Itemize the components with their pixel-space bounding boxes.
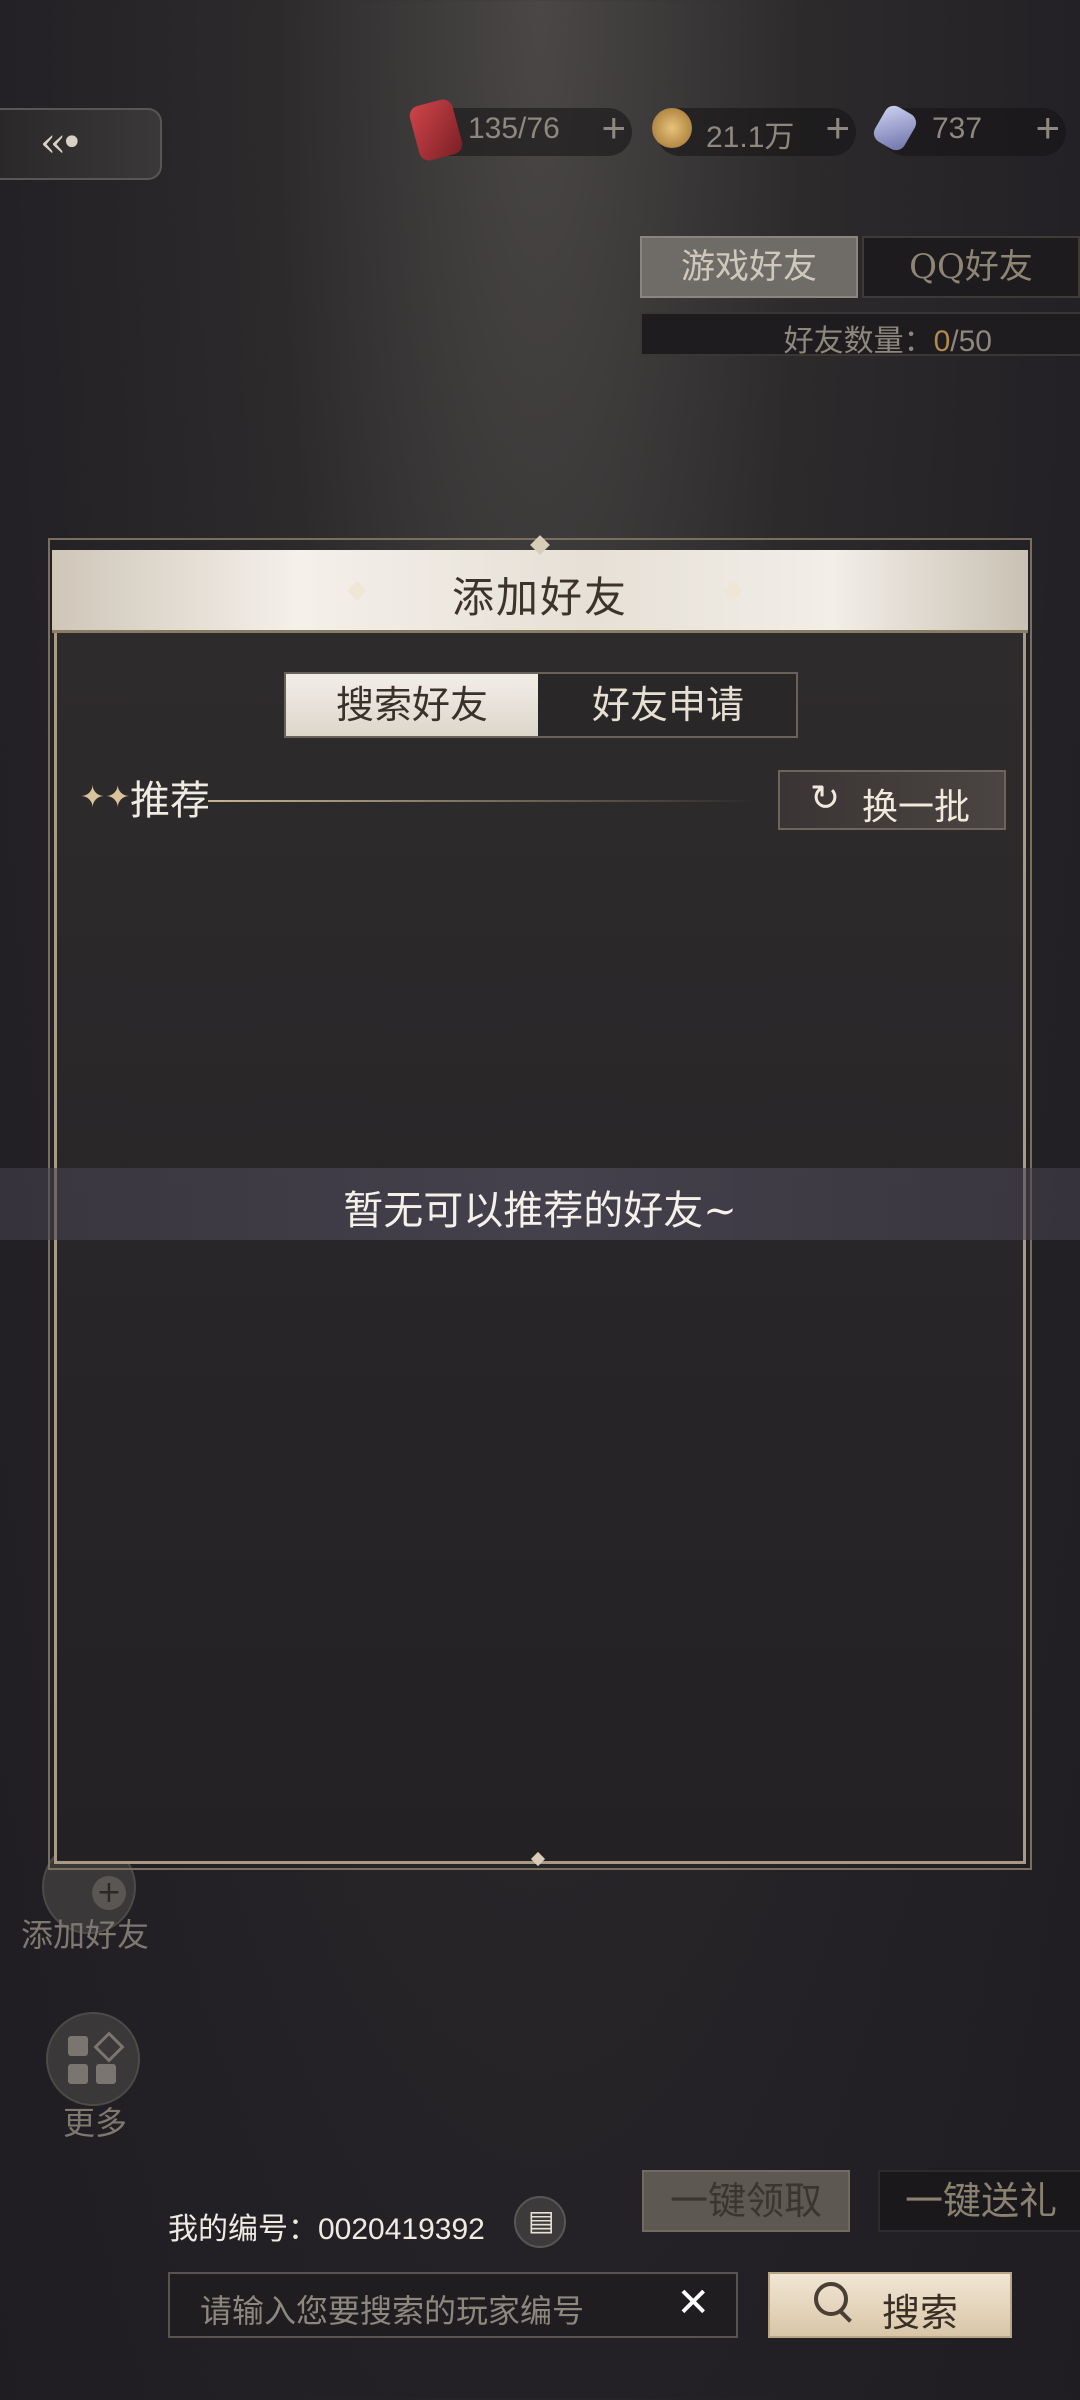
friend-count-bar: 好友数量：0/50 xyxy=(640,312,1080,358)
crystal-gem-icon xyxy=(870,102,920,154)
search-input[interactable]: 请输入您要搜索的玩家编号 ✕ xyxy=(168,2272,738,2338)
friend-count-current: 0 xyxy=(933,325,951,358)
claim-all-button[interactable]: 一键领取 xyxy=(642,2170,850,2232)
search-button[interactable]: 搜索 xyxy=(768,2272,1012,2338)
more-button[interactable] xyxy=(46,2012,140,2106)
refresh-label: 换一批 xyxy=(862,787,971,828)
dialog-title: 添加好友 xyxy=(451,573,628,622)
search-icon xyxy=(814,2282,848,2316)
recommend-divider xyxy=(208,800,758,802)
stamina-potion-icon xyxy=(407,97,465,163)
gold-plus-button[interactable]: + xyxy=(825,104,850,152)
tab-friend-requests[interactable]: 好友申请 xyxy=(540,674,796,736)
search-placeholder: 请输入您要搜索的玩家编号 xyxy=(200,2293,585,2329)
back-button[interactable]: ‹‹• xyxy=(0,108,162,180)
stamina-plus-button[interactable]: + xyxy=(601,104,626,152)
gem-value: 737 xyxy=(932,112,983,145)
tab-search-friend[interactable]: 搜索好友 xyxy=(286,674,538,736)
more-label: 更多 xyxy=(62,2104,127,2142)
my-id-label: 我的编号： xyxy=(168,2213,318,2246)
gold-coin-icon xyxy=(652,108,692,148)
grid-menu-icon xyxy=(46,2012,140,2106)
dialog-tabs: 搜索好友 好友申请 xyxy=(284,672,798,738)
tab-qq-friends[interactable]: QQ好友 xyxy=(862,236,1080,298)
screen: { "topbar": { "back_icon": "back-arrow-i… xyxy=(0,0,1080,2400)
gem-plus-button[interactable]: + xyxy=(1035,104,1060,152)
sparkle-icon: ✦✦ xyxy=(80,780,131,815)
clear-icon[interactable]: ✕ xyxy=(676,2280,710,2326)
tab-game-friends[interactable]: 游戏好友 xyxy=(640,236,858,298)
resource-gold: 21.1万 + xyxy=(652,104,856,156)
dialog-header: 添加好友 xyxy=(52,550,1028,633)
resource-stamina: 135/76 + xyxy=(407,97,632,163)
copy-icon: ▤ xyxy=(528,2204,555,2237)
search-button-label: 搜索 xyxy=(882,2291,959,2335)
refresh-icon: ↻ xyxy=(810,778,841,819)
my-id-value: 0020419392 xyxy=(318,2213,485,2246)
recommend-title: 推荐 xyxy=(130,778,210,824)
my-id: 我的编号：0020419392 xyxy=(168,2204,485,2248)
friend-count-max: /50 xyxy=(950,325,992,358)
stamina-value: 135/76 xyxy=(468,112,560,145)
refresh-batch-button[interactable]: ↻ 换一批 xyxy=(778,770,1006,830)
copy-id-button[interactable]: ▤ xyxy=(514,2196,566,2248)
send-gift-all-button[interactable]: 一键送礼 xyxy=(878,2170,1080,2232)
friend-count-text: 好友数量：0/50 xyxy=(783,325,992,358)
resource-gem: 737 + xyxy=(870,102,1066,156)
back-arrow-icon: ‹‹• xyxy=(40,120,84,166)
gold-value: 21.1万 xyxy=(706,121,795,154)
add-friend-side-label: 添加好友 xyxy=(20,1916,149,1954)
empty-state-message: 暂无可以推荐的好友~ xyxy=(343,1188,737,1234)
